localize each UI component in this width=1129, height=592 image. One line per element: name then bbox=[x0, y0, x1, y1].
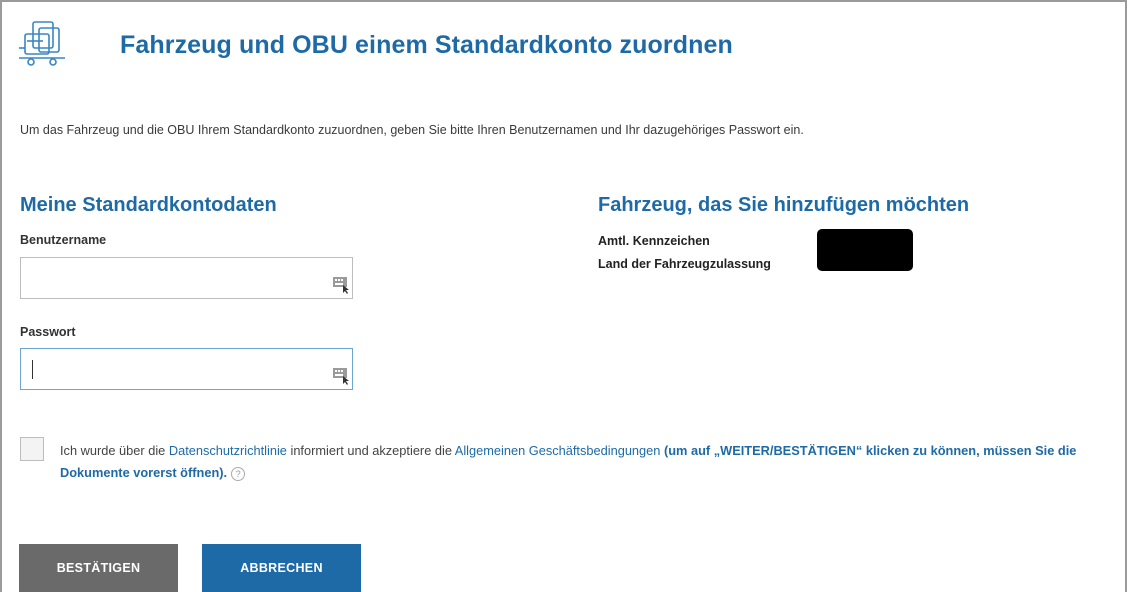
vehicle-section-title: Fahrzeug, das Sie hinzufügen möchten bbox=[598, 194, 970, 216]
virtual-keyboard-icon[interactable] bbox=[332, 365, 352, 385]
password-input[interactable] bbox=[20, 348, 353, 390]
consent-text-part: Ich wurde über die bbox=[60, 443, 169, 458]
intro-text: Um das Fahrzeug und die OBU Ihrem Standa… bbox=[20, 123, 804, 137]
password-label: Passwort bbox=[20, 325, 76, 339]
privacy-policy-link[interactable]: Datenschutzrichtlinie bbox=[169, 443, 287, 458]
username-label: Benutzername bbox=[20, 233, 107, 247]
plate-label: Amtl. Kennzeichen bbox=[598, 234, 710, 248]
confirm-button[interactable]: BESTÄTIGEN bbox=[19, 544, 178, 592]
text-caret bbox=[32, 360, 33, 379]
account-section-title: Meine Standardkontodaten bbox=[20, 194, 277, 216]
consent-text: Ich wurde über die Datenschutzrichtlinie… bbox=[60, 440, 1120, 484]
cancel-button[interactable]: ABBRECHEN bbox=[202, 544, 361, 592]
terms-link[interactable]: Allgemeinen Geschäftsbedingungen bbox=[455, 443, 661, 458]
consent-checkbox[interactable] bbox=[20, 437, 44, 461]
redacted-vehicle-value bbox=[817, 229, 913, 271]
page-title: Fahrzeug und OBU einem Standardkonto zuo… bbox=[120, 31, 733, 59]
consent-text-part: informiert und akzeptiere die bbox=[286, 443, 455, 458]
help-icon[interactable]: ? bbox=[231, 466, 246, 481]
truck-icon bbox=[19, 21, 65, 66]
virtual-keyboard-icon[interactable] bbox=[332, 274, 352, 294]
username-input[interactable] bbox=[20, 257, 353, 299]
country-label: Land der Fahrzeugzulassung bbox=[598, 257, 771, 271]
